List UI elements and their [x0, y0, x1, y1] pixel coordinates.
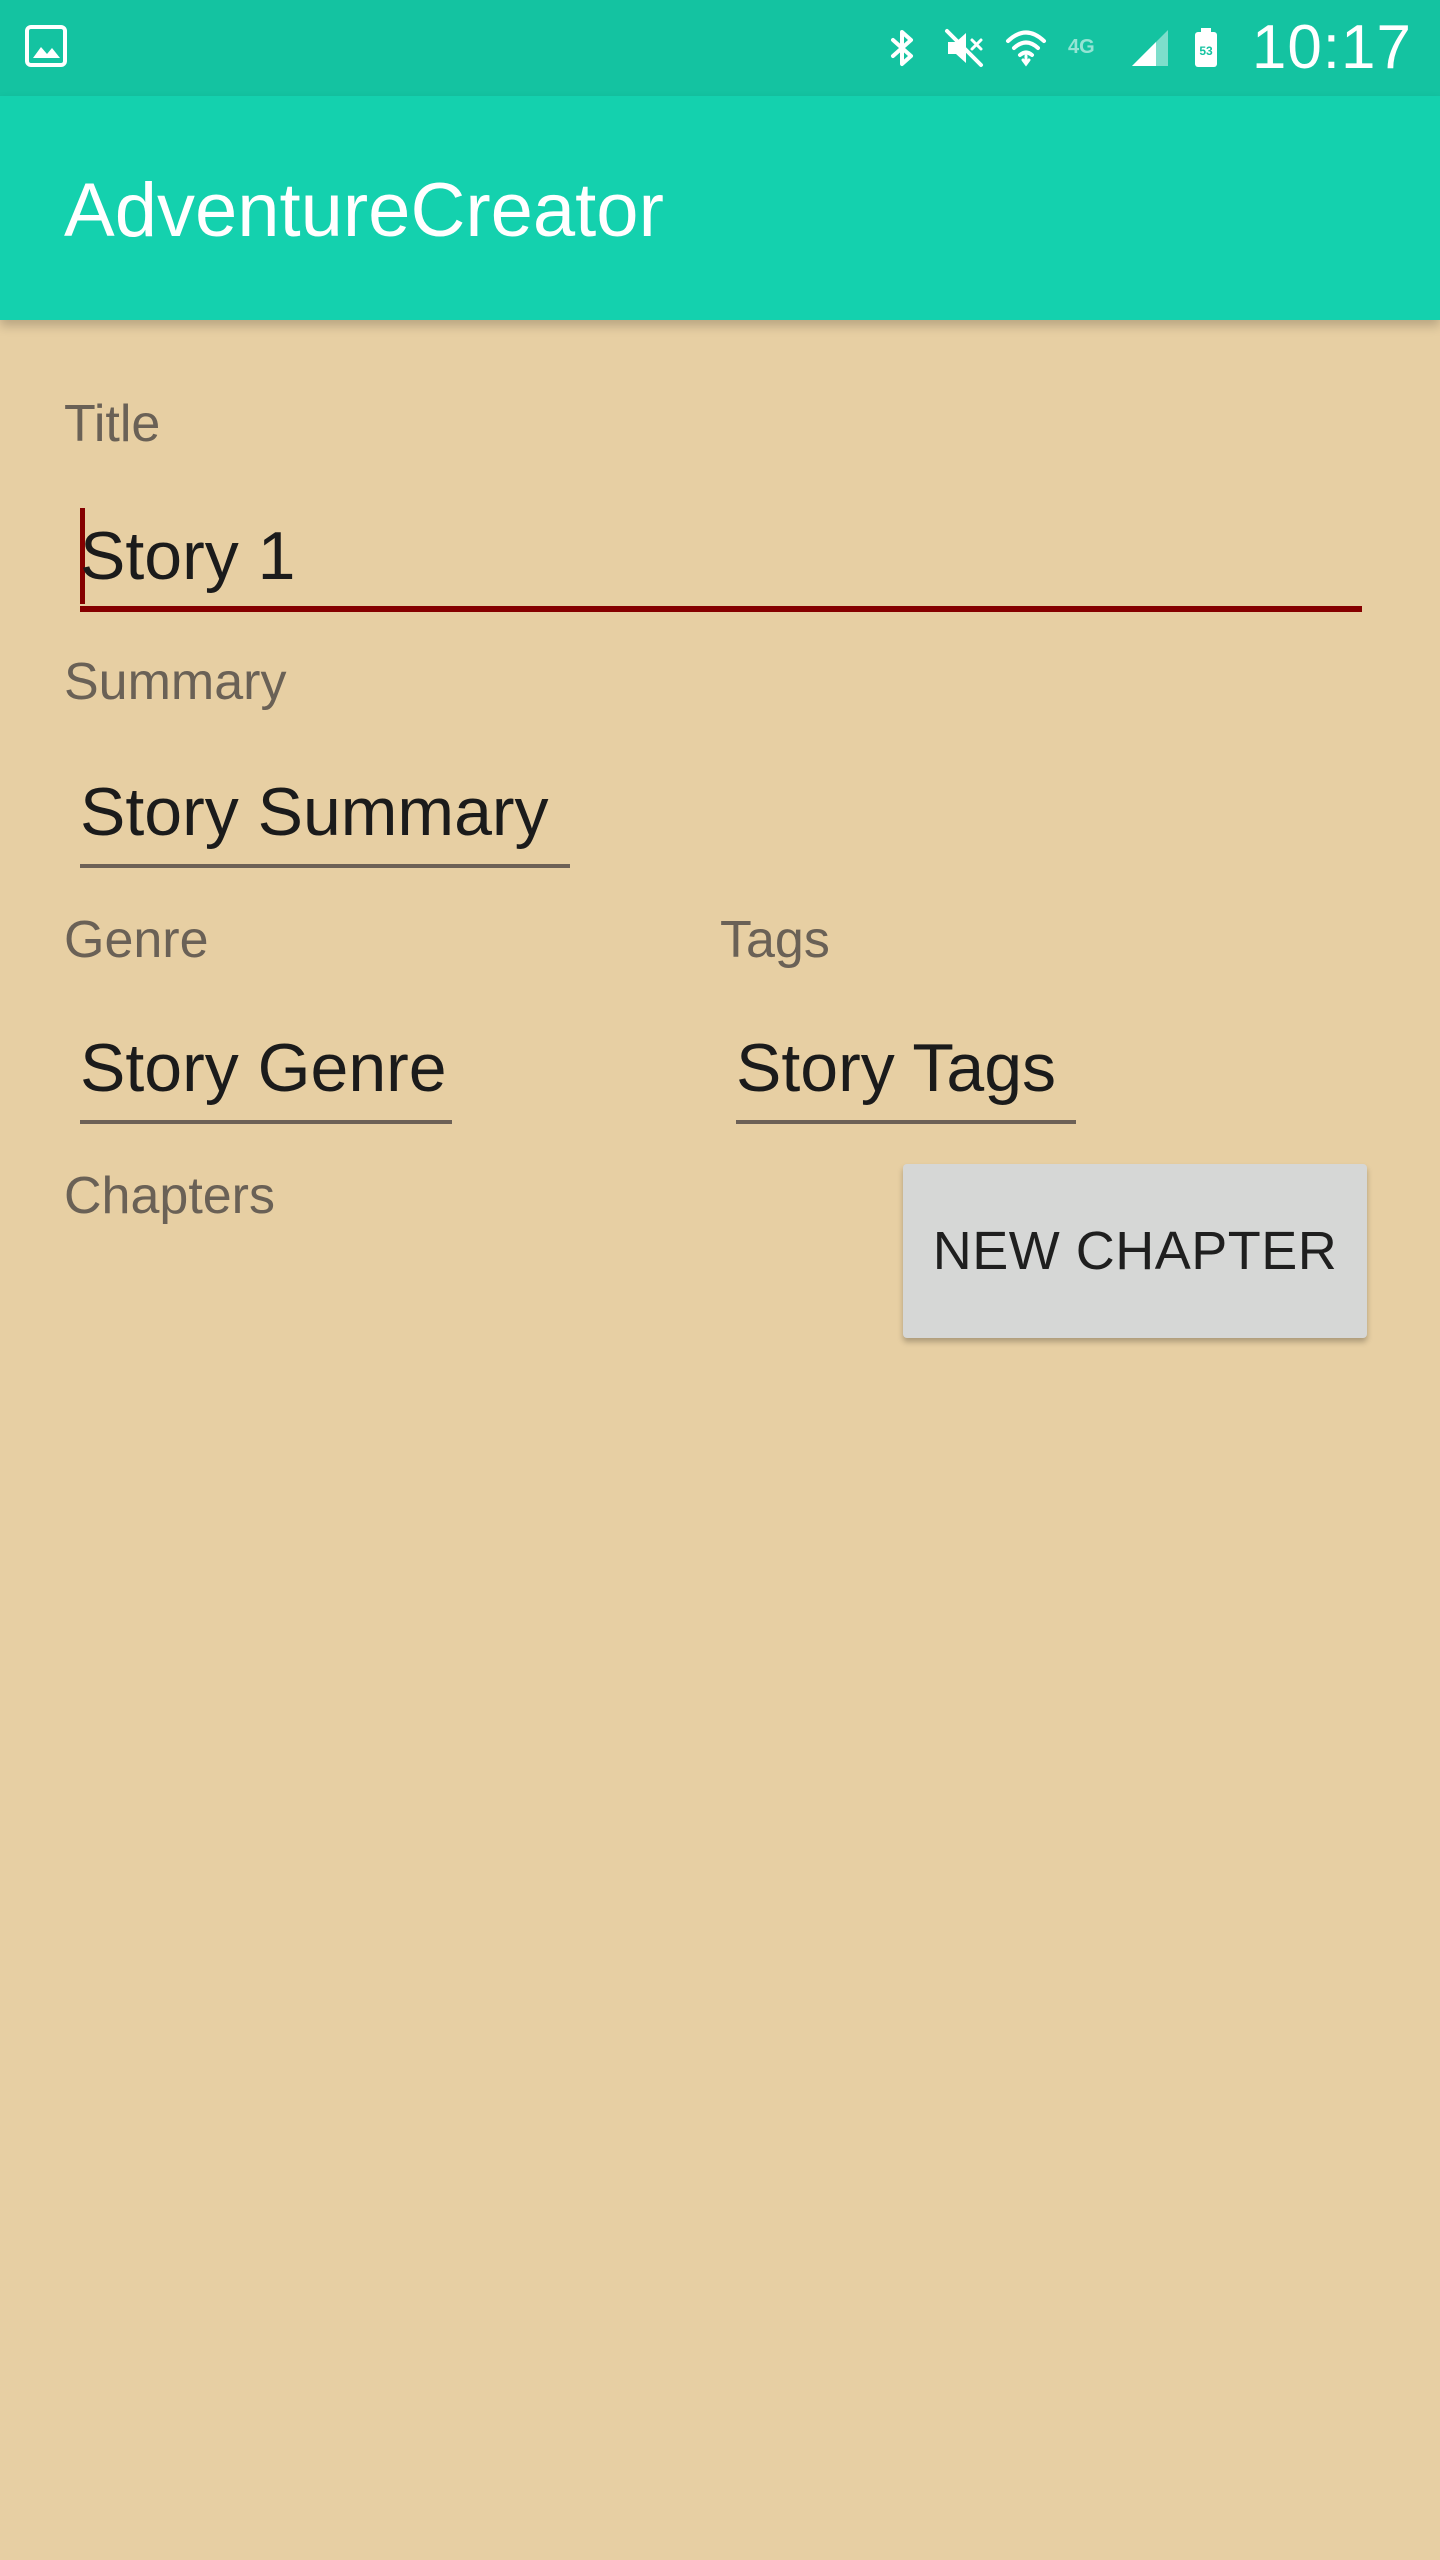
title-field-underline	[80, 606, 1362, 612]
bluetooth-icon	[890, 30, 913, 66]
status-bar: 4G 53 10:17	[0, 0, 1440, 96]
tags-field[interactable]: Story Tags	[736, 1014, 1076, 1124]
title-input-value: Story 1	[80, 518, 296, 594]
new-chapter-button[interactable]: NEW CHAPTER	[903, 1164, 1367, 1338]
status-time: 10:17	[1251, 13, 1412, 82]
genre-label: Genre	[64, 911, 209, 969]
tags-label: Tags	[720, 911, 830, 969]
status-icons: 4G 53 10:17	[880, 0, 1412, 96]
summary-field[interactable]: Story Summary	[80, 758, 570, 868]
tags-field-underline	[736, 1120, 1076, 1124]
gallery-icon	[25, 25, 67, 67]
title-label: Title	[64, 395, 161, 453]
wifi-icon	[1005, 30, 1046, 67]
chapters-label: Chapters	[64, 1167, 275, 1225]
battery-icon: 53	[1194, 28, 1217, 67]
signal-icon	[1131, 30, 1168, 66]
summary-field-underline	[80, 864, 570, 868]
genre-input-value: Story Genre	[80, 1030, 447, 1106]
app-bar: AdventureCreator	[0, 96, 1440, 320]
tags-input-value: Story Tags	[736, 1030, 1057, 1106]
genre-field[interactable]: Story Genre	[80, 1014, 452, 1124]
summary-input-value: Story Summary	[80, 774, 549, 850]
mute-icon	[944, 29, 983, 67]
svg-text:4G: 4G	[1068, 36, 1095, 58]
app-title: AdventureCreator	[64, 168, 664, 253]
summary-label: Summary	[64, 653, 287, 711]
genre-field-underline	[80, 1120, 452, 1124]
svg-text:53: 53	[1199, 44, 1213, 58]
network-4g-icon: 4G	[1068, 36, 1095, 58]
title-field[interactable]: Story 1	[80, 502, 1362, 612]
